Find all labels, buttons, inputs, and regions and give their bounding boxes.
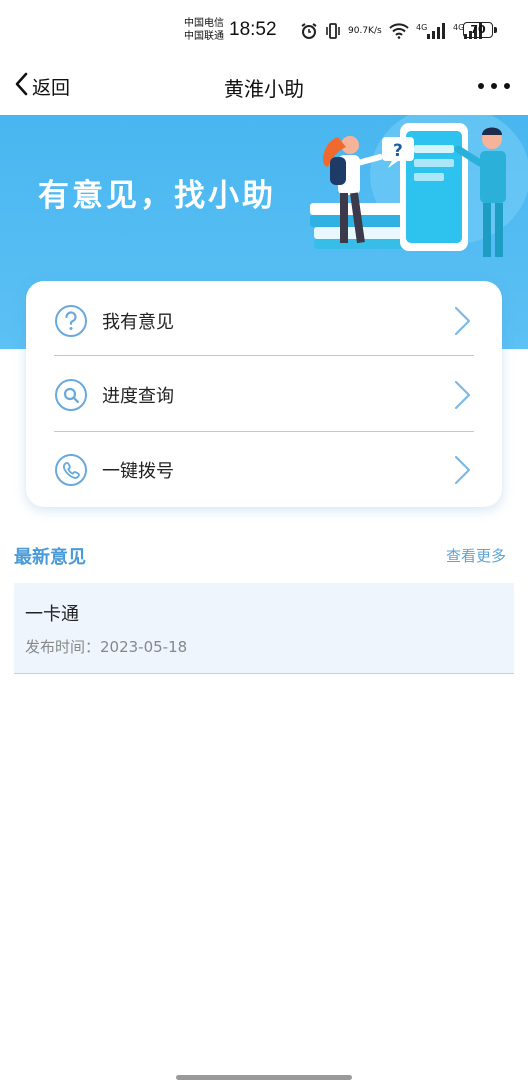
menu-item-progress[interactable]: 进度查询 [54, 357, 474, 432]
menu-divider [54, 355, 474, 356]
net-speed-value: 90.7 [348, 25, 369, 36]
more-dot-icon [478, 83, 484, 89]
wifi-icon [388, 23, 409, 39]
feedback-list-item[interactable]: 一卡通 发布时间：2023-05-18 [14, 583, 514, 674]
section-title: 最新意见 [14, 547, 86, 568]
battery-indicator: 70 [463, 22, 497, 38]
feedback-title: 一卡通 [25, 604, 79, 625]
chevron-right-icon [450, 304, 474, 338]
vibrate-icon [325, 22, 341, 40]
menu-card: 我有意见 进度查询 一键拨号 [26, 281, 502, 507]
phone-icon [54, 453, 88, 487]
menu-item-label: 一键拨号 [102, 460, 174, 482]
menu-item-feedback[interactable]: 我有意见 [54, 283, 474, 358]
nav-bar: 返回 黄淮小助 [0, 60, 528, 115]
page-title: 黄淮小助 [224, 77, 304, 101]
menu-item-label: 进度查询 [102, 385, 174, 407]
system-icons: 90.7 K/s 4G 4G [300, 20, 483, 42]
menu-item-label: 我有意见 [102, 311, 174, 333]
signal-1-icon: 4G [416, 22, 446, 40]
carrier-1: 中国电信 [184, 18, 224, 29]
search-icon [54, 378, 88, 412]
home-indicator[interactable] [176, 1075, 352, 1080]
chevron-right-icon [450, 453, 474, 487]
status-bar: 中国电信 中国联通 18:52 90.7 K/s 4G 4G 70 [0, 0, 528, 60]
net-speed: 90.7 K/s [348, 25, 382, 36]
banner-slogan: 有意见，找小助 [38, 178, 276, 214]
banner-illustration: ? [310, 115, 528, 257]
question-icon [54, 304, 88, 338]
feedback-publish-time: 发布时间：2023-05-18 [25, 638, 188, 656]
chevron-right-icon [450, 378, 474, 412]
net-speed-unit: K/s [368, 25, 382, 36]
view-more-link[interactable]: 查看更多 [446, 545, 506, 566]
carrier-2: 中国联通 [184, 31, 224, 42]
carrier-labels: 中国电信 中国联通 [184, 17, 224, 43]
signal-1-label: 4G [416, 23, 427, 32]
menu-item-dial[interactable]: 一键拨号 [54, 432, 474, 507]
clock: 18:52 [229, 19, 277, 40]
more-dot-icon [504, 83, 510, 89]
alarm-icon [300, 22, 318, 40]
more-dot-icon [491, 83, 497, 89]
bubble-question-mark: ? [393, 141, 403, 161]
more-options-button[interactable] [478, 74, 510, 98]
